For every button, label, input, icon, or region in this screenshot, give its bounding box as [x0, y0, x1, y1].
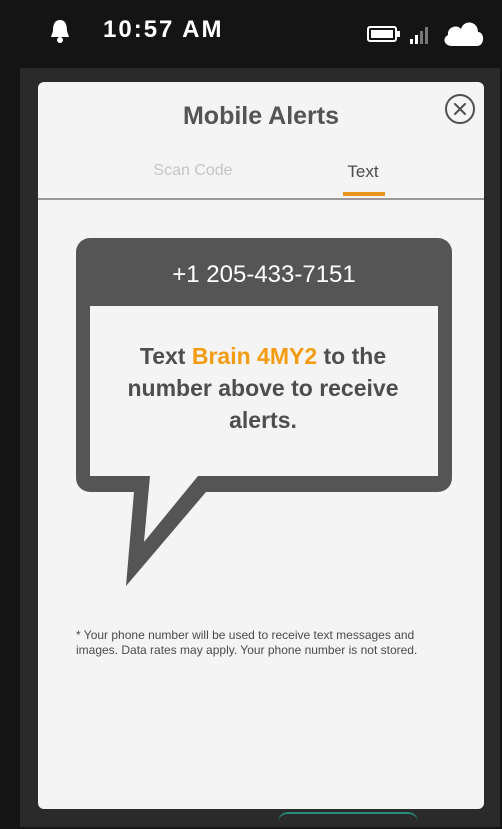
message-prefix: Text — [139, 343, 192, 369]
mobile-alerts-dialog: Mobile Alerts Scan Code Text +1 205-433-… — [38, 82, 484, 809]
bell-icon — [51, 20, 69, 43]
battery-icon — [367, 26, 400, 42]
tab-scan-code[interactable]: Scan Code — [143, 162, 243, 180]
instruction-message: Text Brain 4MY2 to the number above to r… — [108, 340, 418, 436]
cloud-icon — [444, 22, 484, 46]
close-icon — [454, 103, 466, 115]
phone-number: +1 205-433-7151 — [172, 261, 356, 288]
dialog-title: Mobile Alerts — [182, 102, 340, 130]
close-button[interactable] — [445, 94, 475, 124]
tab-text[interactable]: Text — [328, 162, 398, 182]
disclaimer-text: * Your phone number will be used to rece… — [76, 628, 418, 657]
bottom-button-edge — [278, 812, 418, 829]
signal-icon — [410, 27, 428, 44]
tabs-divider — [38, 198, 484, 200]
clock: 10:57 AM — [103, 16, 224, 43]
keyword-code: Brain 4MY2 — [191, 343, 318, 369]
active-tab-indicator — [343, 192, 385, 196]
status-bar: 10:57 AM — [0, 0, 502, 68]
